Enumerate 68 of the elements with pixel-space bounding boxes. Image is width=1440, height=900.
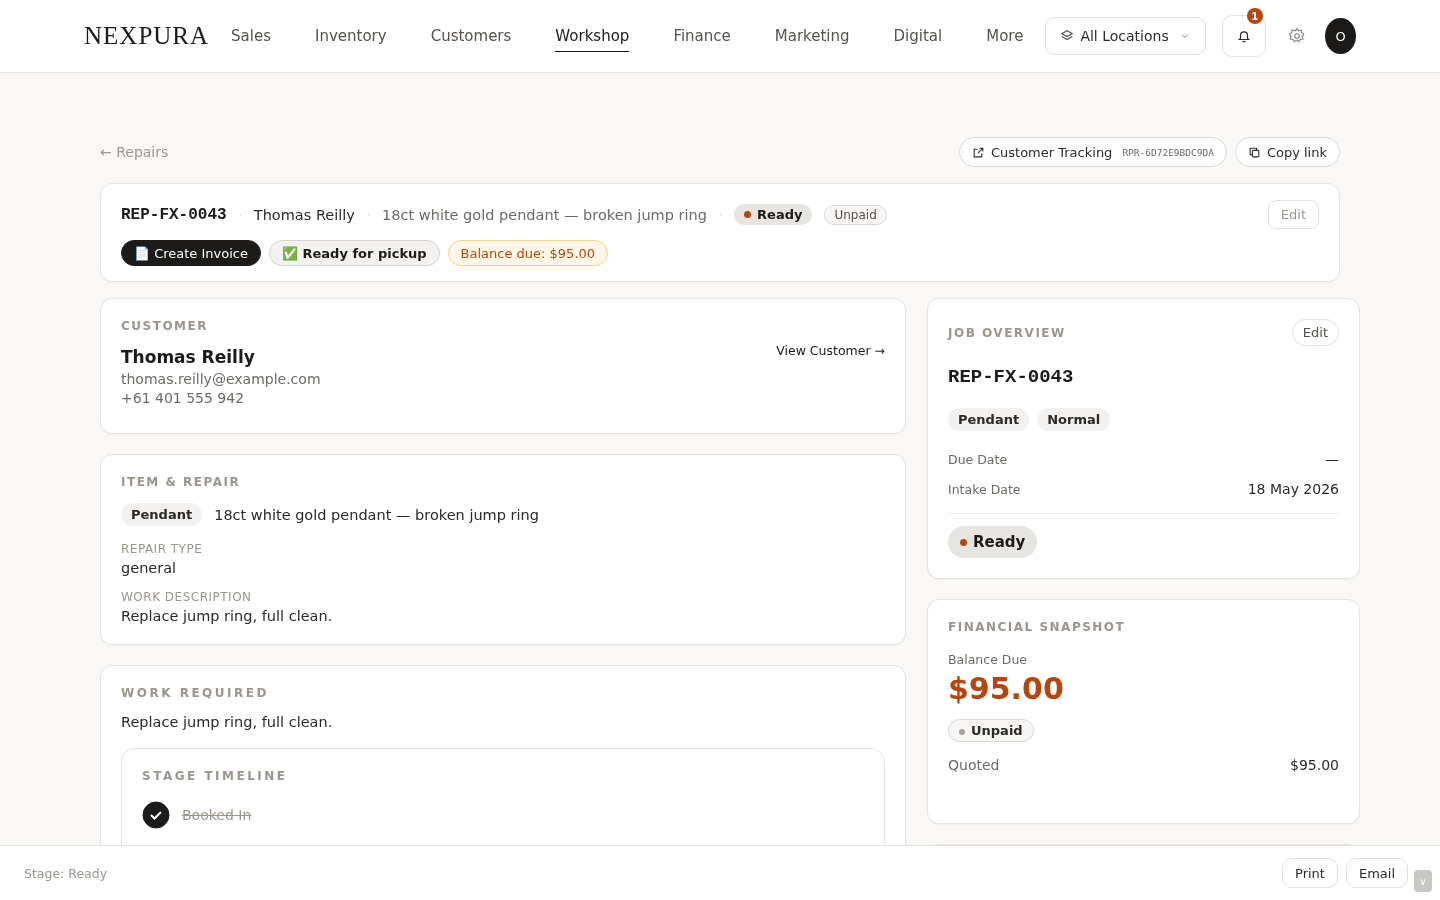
payment-badge: Unpaid: [948, 719, 1034, 742]
field-value: general: [121, 560, 178, 576]
print-button[interactable]: Print: [1282, 858, 1338, 888]
separator-dot: ·: [718, 209, 723, 220]
field-value: Replace jump ring, full clean.: [121, 608, 334, 624]
section-heading: CUSTOMER: [121, 319, 209, 333]
nav-tab[interactable]: Inventory: [315, 20, 387, 52]
nav-tab[interactable]: Sales: [231, 20, 271, 52]
section-heading: STAGE TIMELINE: [142, 769, 289, 783]
field-label: REPAIR TYPE: [121, 542, 204, 556]
action-button[interactable]: ✅ Ready for pickup: [268, 240, 440, 266]
stage-label: Booked In: [182, 807, 252, 823]
balance-label: Balance Due: [948, 652, 1029, 667]
stage-status: Stage: Ready: [24, 865, 108, 881]
avatar[interactable]: O: [1325, 18, 1356, 54]
edit-button[interactable]: Edit: [1291, 319, 1339, 346]
nav-tab[interactable]: Finance: [673, 20, 731, 52]
payment-badge: Unpaid: [824, 204, 887, 225]
nav-tab[interactable]: Customers: [430, 20, 512, 52]
nav-tab[interactable]: More: [986, 20, 1024, 52]
item-description: 18ct white gold pendant — broken jump ring: [382, 206, 707, 223]
job-number: REP-FX-0043: [948, 366, 1075, 388]
field-value: $95.00: [1290, 757, 1339, 773]
field-label: Intake Date: [948, 481, 1021, 497]
field-value: 18 May 2026: [1247, 481, 1339, 497]
notification-badge: 1: [1246, 8, 1263, 24]
tag: Normal: [1037, 408, 1111, 431]
job-number: REP-FX-0043: [121, 205, 227, 224]
external-link-icon: [971, 145, 985, 159]
work-text: Replace jump ring, full clean.: [121, 714, 334, 730]
item-tag: Pendant: [121, 503, 203, 526]
location-select[interactable]: All Locations: [1045, 17, 1206, 55]
status-badge: Ready: [734, 204, 813, 225]
section-heading: ITEM & REPAIR: [121, 475, 242, 489]
layers-icon: [1060, 29, 1075, 43]
email-button[interactable]: Email: [1345, 858, 1408, 888]
customer-tracking-button[interactable]: Customer Tracking RPR-6D72E9BDC9DA: [958, 137, 1227, 167]
balance-badge: Balance due: $95.00: [447, 240, 609, 266]
settings-icon: [1287, 27, 1306, 45]
item-description: 18ct white gold pendant — broken jump ring: [214, 506, 539, 523]
status-dot: [959, 729, 965, 735]
copy-icon: [1247, 145, 1261, 159]
status-dot: [744, 211, 752, 218]
field-label: Due Date: [948, 451, 1008, 467]
customer-name: Thomas Reilly: [253, 206, 355, 223]
field-label: Quoted: [948, 757, 1000, 773]
section-heading: WORK REQUIRED: [121, 686, 270, 700]
nav-tab[interactable]: Digital: [893, 20, 943, 52]
status-badge: Ready: [948, 526, 1038, 558]
separator-dot: ·: [366, 209, 371, 220]
section-heading: FINANCIAL SNAPSHOT: [948, 620, 1127, 634]
field-value: —: [1325, 451, 1339, 467]
status-dot: [960, 538, 967, 546]
balance-amount: $95.00: [948, 671, 1065, 706]
tag: Pendant: [948, 408, 1030, 431]
nav-tab[interactable]: Marketing: [774, 20, 850, 52]
action-button[interactable]: 📄 Create Invoice: [121, 240, 261, 266]
nav-tab[interactable]: Workshop: [555, 20, 630, 52]
separator-dot: ·: [238, 209, 242, 220]
view-customer-link[interactable]: View Customer →: [776, 342, 885, 358]
section-heading: JOB OVERVIEW: [948, 325, 1066, 340]
field-label: WORK DESCRIPTION: [121, 590, 253, 604]
logo: NEXPURA: [84, 22, 210, 50]
customer-phone: +61 401 555 942: [121, 390, 246, 406]
customer-name: Thomas Reilly: [121, 347, 255, 367]
customer-email: thomas.reilly@example.com: [121, 371, 322, 387]
bell-icon: [1236, 29, 1251, 43]
copy-link-button[interactable]: Copy link: [1234, 137, 1340, 167]
